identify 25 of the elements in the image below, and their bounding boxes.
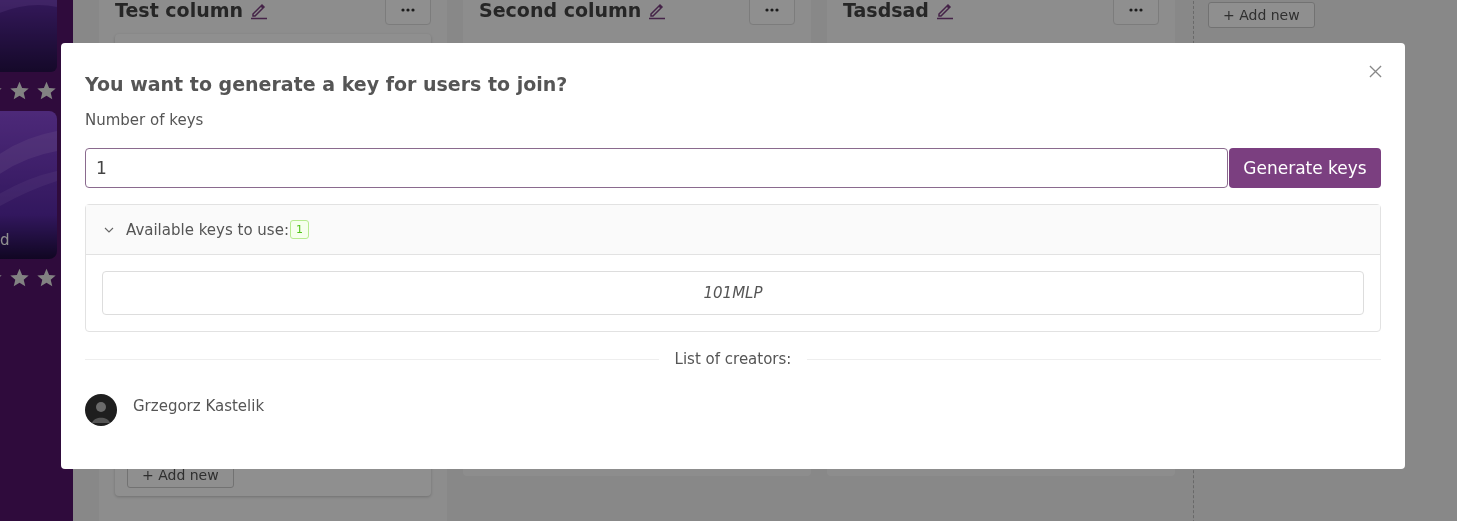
close-icon[interactable] — [1369, 65, 1382, 78]
column-title: Test column — [115, 0, 243, 21]
star-icon[interactable] — [9, 267, 30, 288]
star-icon[interactable] — [36, 80, 57, 101]
star-icon[interactable] — [9, 80, 30, 101]
panel-header[interactable]: Available keys to use: 1 — [86, 205, 1380, 255]
chevron-icon — [104, 226, 114, 233]
column-title: Tasdsad — [843, 0, 929, 21]
count-badge: 1 — [289, 220, 309, 239]
key-field: 101MLP — [102, 271, 1364, 315]
number-field[interactable]: 1 — [85, 148, 1228, 188]
more-icon — [1129, 8, 1143, 12]
modal-title: You want to generate a key for users to join? — [85, 72, 568, 97]
generate-button[interactable]: Generate keys — [1229, 148, 1381, 188]
section-heading: List of creators: — [674, 350, 792, 368]
add-column-button[interactable]: + Add new — [1208, 2, 1315, 28]
column-title: Second column — [479, 0, 642, 21]
star-icon[interactable] — [36, 267, 57, 288]
more-icon — [765, 8, 779, 12]
more-icon — [401, 8, 415, 12]
panel-title: Available keys to use: — [126, 220, 289, 239]
creator-name: Grzegorz Kastelik — [133, 397, 265, 415]
card-title: d — [0, 231, 10, 249]
field-label: Number of keys — [85, 111, 205, 129]
avatar — [85, 394, 117, 426]
